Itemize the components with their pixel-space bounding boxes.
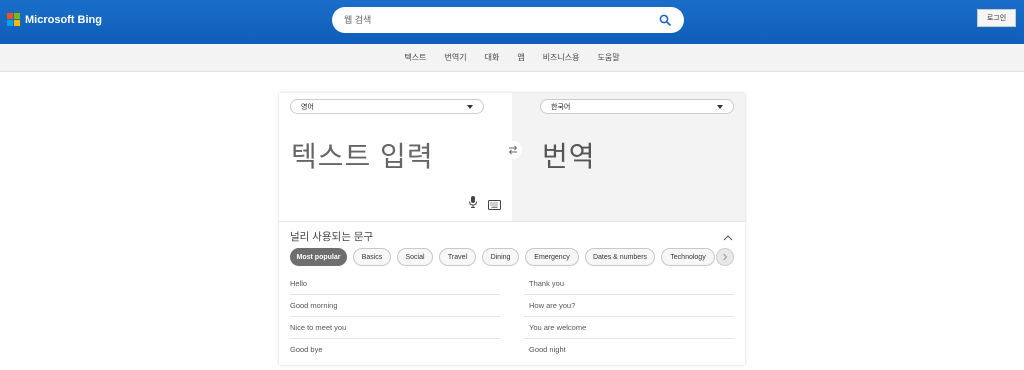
phrase-divider — [524, 294, 734, 295]
top-header: Microsoft Bing 로그인 — [0, 0, 1024, 44]
target-pane: 한국어 번역 — [512, 93, 745, 221]
keyboard-icon[interactable] — [488, 197, 501, 210]
nav-bar: 텍스트 번역기 대화 앱 비즈니스용 도움말 — [0, 44, 1024, 72]
login-button[interactable]: 로그인 — [977, 9, 1016, 27]
translation-output: 번역 — [542, 141, 596, 172]
chip-dates-numbers[interactable]: Dates & numbers — [585, 248, 655, 266]
search-box — [332, 7, 684, 33]
nav-item-conversation[interactable]: 대화 — [485, 52, 500, 63]
chip-emergency[interactable]: Emergency — [525, 248, 579, 266]
nav-item-translator[interactable]: 번역기 — [444, 52, 466, 63]
bing-logo[interactable]: Microsoft Bing — [7, 13, 102, 26]
brand-name: Microsoft Bing — [25, 13, 102, 26]
chip-dining[interactable]: Dining — [482, 248, 519, 266]
target-language-select[interactable]: 한국어 — [540, 99, 734, 114]
chip-social[interactable]: Social — [397, 248, 433, 266]
search-icon[interactable] — [658, 13, 672, 27]
chip-technology[interactable]: Technology — [661, 248, 715, 266]
nav-item-business[interactable]: 비즈니스용 — [543, 52, 580, 63]
chevron-down-icon — [467, 104, 473, 109]
chevron-down-icon — [717, 104, 723, 109]
phrase-item[interactable]: Nice to meet you — [290, 323, 346, 332]
phrase-divider — [524, 338, 734, 339]
source-language-label: 영어 — [301, 103, 314, 111]
divider — [279, 221, 745, 222]
source-language-select[interactable]: 영어 — [290, 99, 484, 114]
phrase-item[interactable]: Good bye — [290, 345, 323, 354]
phrase-item[interactable]: Good morning — [290, 301, 338, 310]
phrase-divider — [290, 338, 500, 339]
target-language-label: 한국어 — [551, 103, 571, 111]
source-pane: 영어 텍스트 입력 — [279, 93, 512, 221]
swap-icon — [508, 145, 518, 155]
source-text-input[interactable]: 텍스트 입력 — [291, 135, 434, 175]
chevron-right-icon — [723, 253, 728, 261]
common-phrases-title: 널리 사용되는 문구 — [290, 231, 374, 243]
phrase-divider — [290, 316, 500, 317]
nav-item-text[interactable]: 텍스트 — [404, 52, 426, 63]
phrase-divider — [290, 294, 500, 295]
search-input[interactable] — [344, 15, 658, 25]
microphone-icon[interactable] — [467, 195, 479, 209]
swap-languages-button[interactable] — [504, 141, 522, 159]
phrase-category-chips: Most popular Basics Social Travel Dining… — [290, 248, 721, 266]
chip-travel[interactable]: Travel — [439, 248, 476, 266]
chips-next-button[interactable] — [716, 248, 734, 266]
microsoft-logo-icon — [7, 13, 20, 26]
translator-card: 영어 텍스트 입력 한국어 번역 널리 사용되는 문구 Most popular… — [279, 93, 745, 365]
chevron-up-icon[interactable] — [722, 230, 734, 241]
phrase-item[interactable]: Good night — [529, 345, 566, 354]
phrase-divider — [524, 316, 734, 317]
phrase-item[interactable]: Thank you — [529, 279, 564, 288]
phrase-item[interactable]: You are welcome — [529, 323, 586, 332]
phrase-item[interactable]: How are you? — [529, 301, 575, 310]
chip-most-popular[interactable]: Most popular — [290, 248, 347, 266]
chip-basics[interactable]: Basics — [353, 248, 391, 266]
nav-item-help[interactable]: 도움말 — [598, 52, 620, 63]
phrase-item[interactable]: Hello — [290, 279, 307, 288]
nav-item-app[interactable]: 앱 — [517, 52, 524, 63]
